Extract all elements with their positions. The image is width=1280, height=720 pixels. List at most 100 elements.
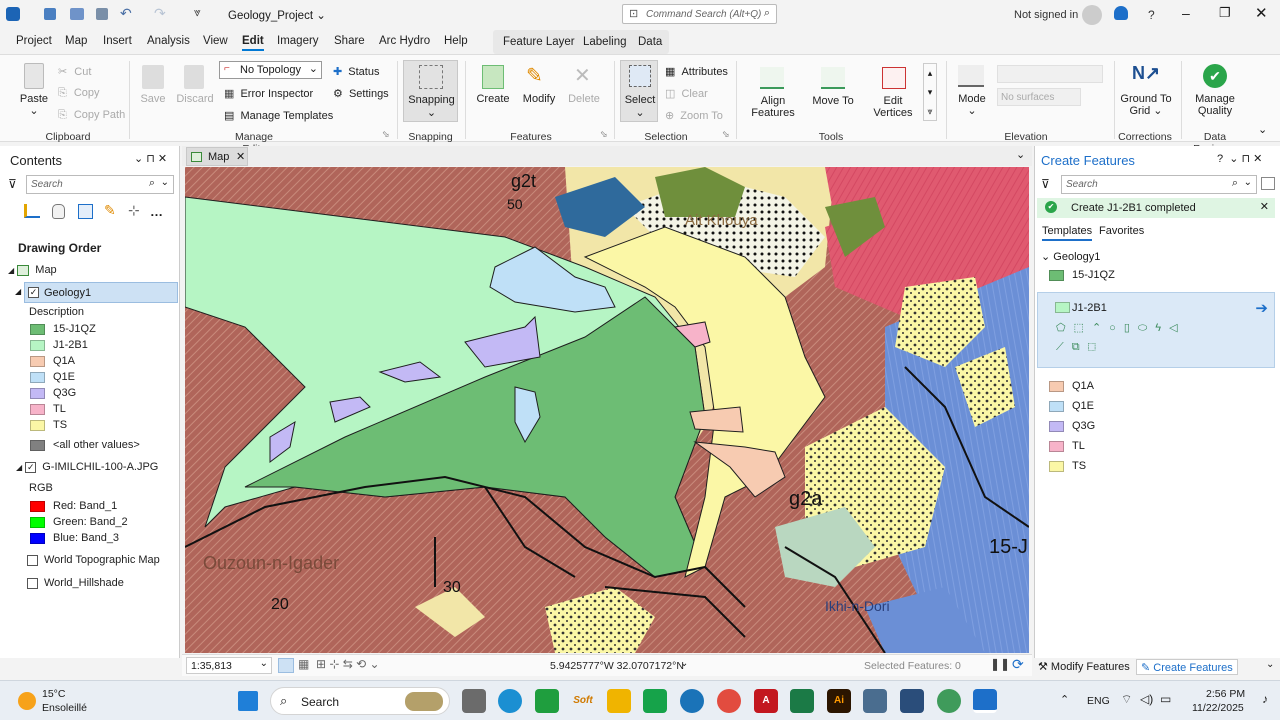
menu-help[interactable]: Help [444, 35, 468, 47]
menu-arc-hydro[interactable]: Arc Hydro [379, 35, 430, 47]
save-edits-button[interactable]: Save [136, 93, 170, 105]
map-view[interactable]: g2t 50 Ait Khouya g2a 15-J Ouzoun-n-Igad… [185, 167, 1029, 653]
copy-button[interactable]: ⎘ Copy [58, 87, 100, 100]
menu-view[interactable]: View [203, 35, 228, 47]
modify-button[interactable]: Modify [518, 93, 560, 105]
editing-list-icon[interactable]: ✎ [104, 202, 116, 219]
layer-raster[interactable]: ◢ ✓ G-IMILCHIL-100-A.JPG [16, 461, 158, 473]
app-icon[interactable] [535, 689, 559, 713]
layer-visibility-checkbox[interactable]: ✓ [28, 287, 39, 298]
file-explorer-icon[interactable] [607, 689, 631, 713]
table-toggle-icon[interactable]: ▦ [298, 657, 309, 671]
status-button[interactable]: ✚ Status [333, 65, 379, 78]
tools-gallery-scroll[interactable]: ▴ ▾ ⩔ [923, 63, 937, 121]
tab-modify-features[interactable]: ⚒ Modify Features [1038, 660, 1130, 673]
elevation-mode-button[interactable]: Mode ⌄ [952, 93, 992, 117]
tab-favorites[interactable]: Favorites [1099, 225, 1144, 237]
edit-vertices-button[interactable]: Edit Vertices [868, 95, 918, 119]
select-button[interactable]: Select ⌄ [620, 60, 658, 122]
pane-options-icon[interactable]: ? ⌄ ⊓ ✕ [1217, 152, 1262, 165]
menu-edit[interactable]: Edit [242, 35, 264, 51]
layer-visibility-checkbox[interactable] [27, 554, 38, 566]
collapse-ribbon-icon[interactable]: ⌄ [1258, 123, 1267, 136]
pane-menu-icon[interactable]: ⌄ [1266, 659, 1274, 670]
menu-project[interactable]: Project [16, 35, 52, 47]
tab-labeling[interactable]: Labeling [575, 33, 634, 53]
filter-icon[interactable]: ⊽ [1041, 177, 1050, 191]
selection-list-icon[interactable] [78, 204, 93, 219]
construction-tools-icon[interactable]: ⬠⬚⌃○▯⬭ϟ◁ [1056, 321, 1186, 335]
excel-icon[interactable] [790, 689, 814, 713]
layer-visibility-checkbox[interactable] [27, 577, 38, 589]
template-item[interactable]: Q1A [1049, 380, 1094, 392]
dialog-launcher-icon[interactable]: ⬂ [600, 129, 608, 140]
layer-visibility-checkbox[interactable]: ✓ [25, 461, 37, 473]
clock-date[interactable]: 11/22/2025 [1192, 702, 1244, 714]
weather-sun-icon[interactable] [18, 692, 36, 710]
save-project-icon[interactable] [96, 8, 108, 20]
contents-search-input[interactable]: Search ⌕ ⌄ [26, 175, 174, 194]
customize-toolbar-icon[interactable]: ⩔ [194, 5, 201, 20]
chrome-icon[interactable] [717, 689, 741, 713]
tab-feature-layer[interactable]: Feature Layer [495, 33, 583, 53]
app-icon[interactable] [937, 689, 961, 713]
clock-time[interactable]: 2:56 PM [1206, 688, 1245, 700]
user-avatar-icon[interactable] [1082, 5, 1102, 25]
drawing-order-icon[interactable] [24, 204, 40, 218]
illustrator-icon[interactable]: Ai [827, 689, 851, 713]
search-app-icon[interactable] [680, 689, 704, 713]
template-item[interactable]: Q3G [1049, 420, 1095, 432]
template-group-geology1[interactable]: ⌄ Geology1 [1041, 250, 1100, 263]
settings-button[interactable]: ⚙ Settings [333, 87, 389, 100]
menu-share[interactable]: Share [334, 35, 365, 47]
language-indicator[interactable]: ENG [1087, 695, 1110, 707]
tab-overflow-icon[interactable]: ⌄ [1016, 148, 1025, 161]
minimize-button[interactable]: – [1182, 5, 1190, 21]
task-view-icon[interactable] [462, 689, 486, 713]
maximize-button[interactable]: ❐ [1219, 5, 1231, 21]
new-project-icon[interactable] [44, 8, 56, 20]
zoom-to-selection-button[interactable]: ⊕ Zoom To [665, 109, 723, 122]
layer-geology1[interactable]: ◢ ✓ Geology1 [15, 282, 178, 303]
snipping-icon[interactable] [863, 689, 887, 713]
more-icon[interactable]: … [150, 204, 163, 219]
arrow-right-icon[interactable]: ➔ [1255, 299, 1268, 317]
tab-templates[interactable]: Templates [1042, 225, 1093, 241]
project-name[interactable]: Geology_Project ⌄ [228, 8, 326, 22]
map-node[interactable]: ◢ Map [8, 264, 57, 276]
menu-insert[interactable]: Insert [103, 35, 132, 47]
sign-in-status[interactable]: Not signed in [1014, 9, 1078, 21]
tray-chevron-icon[interactable]: ⌃ [1060, 693, 1069, 706]
ground-to-grid-button[interactable]: Ground To Grid ⌄ [1118, 93, 1174, 117]
notifications-icon[interactable] [1114, 6, 1128, 20]
navigation-tools-icon[interactable]: ⊞ ⊹ ⇆ ⟲ ⌄ [316, 657, 380, 671]
layer-world-hillshade[interactable]: World_Hillshade [27, 577, 124, 589]
scale-select[interactable]: 1:35,813 ⌄ [186, 657, 272, 674]
move-to-button[interactable]: Move To [808, 95, 858, 107]
delete-button[interactable]: Delete [564, 93, 604, 105]
arcgis-pro-icon[interactable] [973, 689, 997, 713]
dialog-launcher-icon[interactable]: ⬂ [382, 129, 390, 140]
layer-world-topographic[interactable]: World Topographic Map [27, 554, 160, 566]
app-logo-icon[interactable] [6, 7, 20, 21]
snapping-button[interactable]: Snapping ⌄ [403, 60, 458, 122]
undo-icon[interactable]: ↶ [120, 5, 132, 22]
topology-select[interactable]: ⌐ No Topology ⌄ [219, 61, 322, 79]
clear-selection-button[interactable]: ◫ Clear [665, 87, 708, 100]
refresh-icon[interactable]: ⟳ [1012, 656, 1024, 673]
template-item[interactable]: TL [1049, 440, 1085, 452]
tab-create-features[interactable]: ✎ Create Features [1136, 659, 1238, 675]
construction-tools-icon[interactable]: ⟋⧉⬚ [1056, 341, 1104, 354]
tab-map[interactable]: Map ✕ [186, 147, 248, 166]
pause-drawing-icon[interactable]: ❚❚ [990, 657, 1010, 671]
attributes-button[interactable]: ▦ Attributes [665, 65, 728, 78]
taskbar-search-input[interactable]: ⌕ Search [270, 687, 450, 715]
menu-analysis[interactable]: Analysis [147, 35, 190, 47]
template-item[interactable]: TS [1049, 460, 1086, 472]
expand-icon[interactable]: ◢ [16, 463, 22, 472]
pane-options-icon[interactable]: ⌄ ⊓ ✕ [134, 152, 167, 165]
notification-bell-icon[interactable]: ♪ [1262, 692, 1268, 706]
app-icon[interactable] [900, 689, 924, 713]
battery-icon[interactable]: ▭ [1160, 692, 1171, 706]
coordinates-format-icon[interactable]: ⌄ [680, 658, 688, 669]
